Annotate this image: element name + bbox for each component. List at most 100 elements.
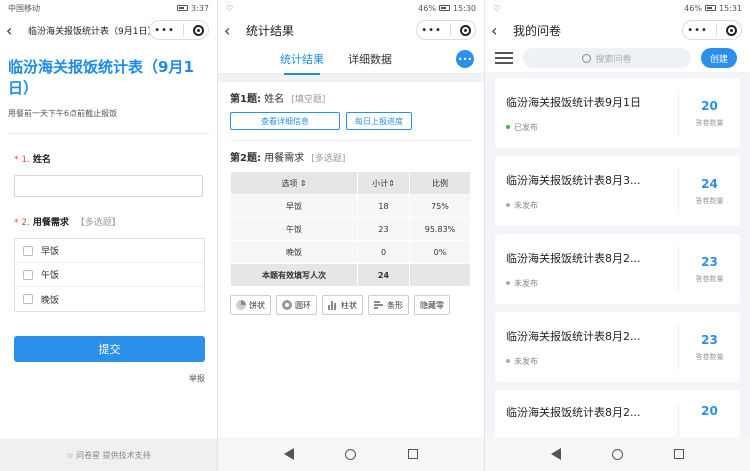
- button-label: 条形: [387, 300, 403, 310]
- tab-details[interactable]: 详细数据: [348, 51, 392, 67]
- question-1-actions: 查看详细信息 每日上报进度: [218, 105, 484, 130]
- back-icon[interactable]: ‹: [491, 21, 507, 40]
- question-number: 第1题:: [230, 94, 261, 105]
- question-label: 姓名: [32, 155, 51, 165]
- response-count: 23: [701, 254, 718, 269]
- checkbox-icon[interactable]: [23, 294, 33, 304]
- table-row: 晚饭 0 0%: [230, 240, 471, 264]
- option-dinner[interactable]: 晚饭: [15, 287, 204, 311]
- section-gap: [218, 74, 484, 82]
- survey-title: 临汾海关报饭统计表8月2...: [506, 251, 641, 265]
- clock: 3:37: [191, 3, 209, 13]
- search-icon: [582, 53, 592, 63]
- horizontal-bar-button[interactable]: 条形: [368, 295, 409, 315]
- miniapp-capsule: •••: [149, 20, 209, 40]
- miniapp-capsule: •••: [682, 20, 742, 40]
- required-number: * 1.: [14, 155, 30, 165]
- form-screen: 中国移动 3:37 ‹ 临汾海关报饭统计表（9月1日） ••• 临汾海关报饭统计…: [0, 0, 217, 471]
- column-header-count[interactable]: 小计⇕: [357, 171, 410, 195]
- checkbox-icon[interactable]: [23, 245, 33, 256]
- more-icon[interactable]: •••: [154, 25, 175, 36]
- status-bar: 中国移动 3:37: [0, 0, 217, 16]
- clock: 15:30: [452, 3, 476, 13]
- response-count: 24: [701, 176, 718, 191]
- notification-icon: ♡: [493, 3, 501, 13]
- form-title: 临汾海关报饭统计表（9月1日）: [8, 58, 194, 97]
- back-icon[interactable]: ‹: [6, 21, 22, 40]
- question-label: 用餐需求: [32, 218, 69, 228]
- hide-zero-button[interactable]: 隐藏零: [414, 295, 450, 315]
- survey-card[interactable]: 临汾海关报饭统计表8月3... 未发布 24 答卷数量: [495, 156, 740, 226]
- battery-icon: [704, 5, 716, 11]
- more-options-button[interactable]: •••: [456, 50, 474, 68]
- column-header-ratio: 比例: [409, 171, 471, 195]
- form-description: 用餐前一天下午6点前截止报饭: [8, 109, 118, 118]
- column-header-option[interactable]: 选项 ⇕: [230, 171, 358, 195]
- table-row: 早饭 18 75%: [230, 194, 471, 218]
- back-icon[interactable]: ‹: [224, 21, 240, 40]
- nav-bar: ‹ 我的问卷 •••: [485, 16, 750, 44]
- close-icon[interactable]: [192, 24, 204, 36]
- results-table: 选项 ⇕ 小计⇕ 比例 早饭 18 75% 午饭 23 95.83% 晚饭 0 0% 本题有…: [230, 171, 471, 287]
- create-button[interactable]: 创建: [701, 48, 737, 68]
- response-count-label: 答卷数量: [695, 118, 724, 127]
- back-triangle-icon[interactable]: [283, 448, 294, 460]
- table-row: 午饭 23 95.83%: [230, 217, 471, 241]
- survey-status: 未发布: [514, 356, 538, 366]
- search-placeholder: 搜索问卷: [595, 54, 632, 65]
- checkbox-icon[interactable]: [23, 269, 33, 280]
- menu-icon[interactable]: [495, 52, 513, 64]
- stats-screen: ♡ 46% 15:30 ‹ 统计结果 ••• 统计结果 详细数据 ••• 第1题:…: [218, 0, 484, 471]
- my-surveys-screen: ♡ 46% 15:31 ‹ 我的问卷 ••• 搜索问卷 创建 临汾海关报饭统计表9…: [485, 0, 750, 471]
- status-bar: ♡ 46% 15:30: [218, 0, 484, 16]
- question-title: 姓名: [264, 94, 285, 105]
- survey-card[interactable]: 临汾海关报饭统计表9月1日 已发布 20 答卷数量: [495, 78, 740, 148]
- recents-square-icon[interactable]: [674, 449, 685, 459]
- status-dot-icon: [506, 359, 510, 363]
- tab-bar: 统计结果 详细数据 •••: [218, 44, 484, 75]
- option-cell: 午饭: [230, 217, 358, 241]
- name-input[interactable]: [14, 175, 203, 197]
- report-link[interactable]: 举报: [0, 362, 217, 384]
- option-breakfast[interactable]: 早饭: [15, 239, 204, 263]
- required-number: * 2.: [14, 218, 30, 228]
- view-details-button[interactable]: 查看详细信息: [230, 112, 340, 130]
- more-icon[interactable]: •••: [421, 25, 442, 36]
- battery-level: 46%: [418, 3, 436, 13]
- pie-chart-button[interactable]: 饼状: [230, 295, 271, 315]
- response-count-label: 答卷数量: [695, 196, 724, 205]
- response-count: 20: [701, 404, 718, 418]
- nav-title: 统计结果: [246, 23, 295, 38]
- summary-row: 本题有效填写人次 24: [230, 263, 471, 287]
- donut-chart-button[interactable]: 圆环: [276, 295, 317, 315]
- home-circle-icon[interactable]: [345, 448, 357, 460]
- bar-chart-button[interactable]: 柱状: [322, 295, 363, 315]
- more-icon[interactable]: •••: [687, 25, 708, 36]
- home-circle-icon[interactable]: [611, 448, 623, 460]
- survey-status: 未发布: [514, 200, 538, 210]
- count-cell: 23: [357, 217, 410, 241]
- option-label: 晚饭: [41, 295, 60, 306]
- submit-button[interactable]: 提交: [14, 336, 205, 362]
- search-input[interactable]: 搜索问卷: [523, 48, 691, 68]
- summary-label: 本题有效填写人次: [230, 263, 358, 287]
- question-title: 用餐需求: [264, 153, 305, 164]
- donut-chart-icon: [282, 300, 292, 310]
- option-lunch[interactable]: 午饭: [15, 263, 204, 287]
- recents-square-icon[interactable]: [408, 449, 419, 459]
- back-triangle-icon[interactable]: [550, 448, 561, 460]
- survey-card[interactable]: 临汾海关报饭统计表8月2... 未发布 23 答卷数量: [495, 312, 740, 382]
- survey-title: 临汾海关报饭统计表8月2...: [506, 406, 641, 419]
- survey-card[interactable]: 临汾海关报饭统计表8月2... 未发布 23 答卷数量: [495, 234, 740, 304]
- question-1-header: 第1题: 姓名 [填空题]: [218, 82, 484, 105]
- daily-progress-button[interactable]: 每日上报进度: [346, 112, 412, 130]
- survey-title: 临汾海关报饭统计表9月1日: [506, 95, 641, 109]
- pie-chart-icon: [236, 300, 246, 310]
- close-icon[interactable]: [725, 24, 737, 36]
- question-type-tag: [填空题]: [291, 95, 326, 105]
- nav-bar: ‹ 统计结果 •••: [218, 16, 484, 44]
- survey-status: 未发布: [514, 278, 538, 288]
- tab-stats[interactable]: 统计结果: [280, 51, 324, 75]
- chart-type-buttons: 饼状 圆环 柱状 条形 隐藏零: [218, 287, 484, 315]
- close-icon[interactable]: [459, 24, 471, 36]
